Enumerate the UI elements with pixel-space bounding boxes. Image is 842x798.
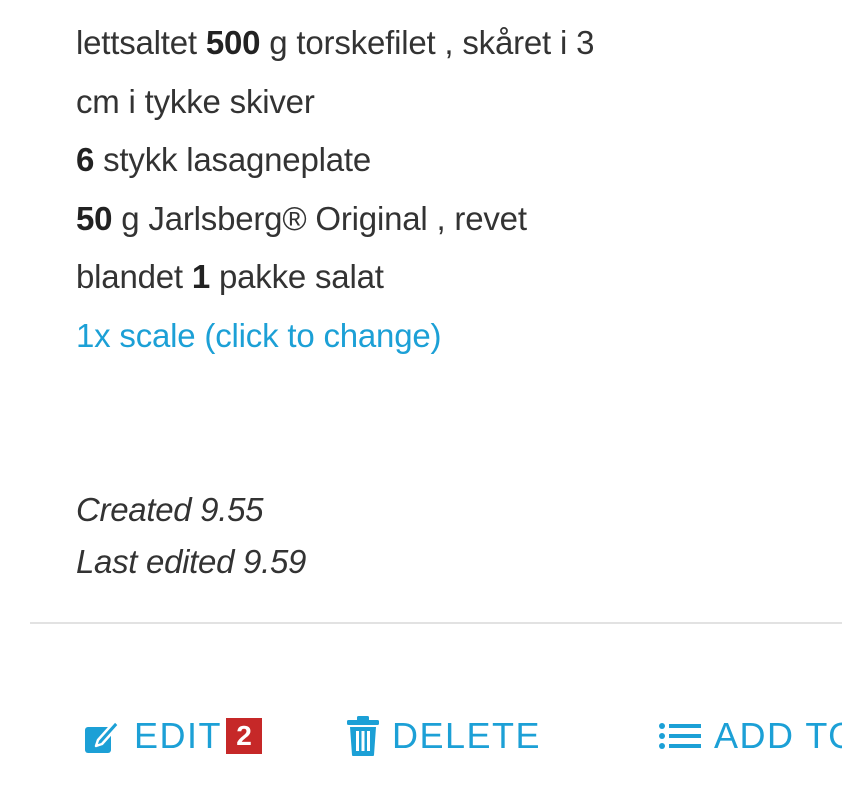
ingredient-text-pre: cm i tykke skiver: [76, 82, 315, 120]
notification-badge: 2: [226, 718, 263, 754]
recipe-timestamps: Created 9.55 Last edited 9.59: [76, 484, 306, 588]
action-bar: EDIT 2 DELETE ADD T: [0, 706, 842, 766]
ingredient-text-post: stykk lasagneplate: [94, 141, 372, 178]
delete-button[interactable]: DELETE: [346, 706, 541, 766]
edit-icon: [82, 716, 122, 756]
add-to-button[interactable]: ADD TO: [658, 706, 842, 766]
ingredient-text-post: g Jarlsberg® Original , revet: [112, 199, 527, 237]
ingredient-line: 50 g Jarlsberg® Original , revet: [76, 190, 816, 249]
ingredient-text-post: g torskefilet , skåret i 3: [260, 24, 595, 61]
edit-label: EDIT: [134, 715, 223, 756]
trash-icon: [346, 715, 380, 757]
ingredient-quantity: 6: [76, 141, 95, 178]
list-icon: [658, 719, 702, 753]
ingredient-quantity: 500: [205, 24, 261, 61]
ingredient-line: lettsaltet 500 g torskefilet , skåret i …: [76, 14, 816, 73]
edit-button[interactable]: EDIT 2: [82, 706, 263, 766]
ingredient-quantity: 50: [76, 199, 113, 237]
ingredient-text-post: pakke salat: [210, 258, 384, 295]
delete-label: DELETE: [392, 715, 542, 756]
ingredient-text-pre: lettsaltet: [76, 24, 206, 61]
scale-link[interactable]: 1x scale (click to change): [76, 307, 816, 366]
ingredient-quantity: 1: [191, 258, 210, 295]
last-edited-time: Last edited 9.59: [76, 543, 307, 580]
ingredient-list: lettsaltet 500 g torskefilet , skåret i …: [76, 14, 816, 365]
divider: [30, 622, 842, 624]
ingredient-line: blandet 1 pakke salat: [76, 248, 816, 307]
ingredient-text-pre: blandet: [76, 258, 192, 295]
add-to-label: ADD TO: [714, 715, 842, 756]
ingredient-line: 6 stykk lasagneplate: [76, 131, 816, 190]
created-time: Created 9.55: [76, 491, 264, 528]
ingredient-line: cm i tykke skiver: [76, 73, 816, 132]
